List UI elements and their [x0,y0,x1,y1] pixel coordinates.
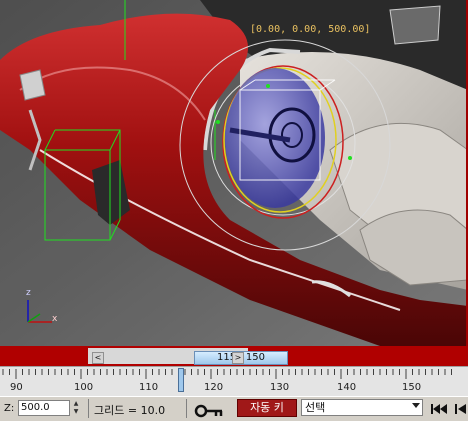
time-slider-track[interactable]: < 115 / 150 > [88,348,288,365]
ruler-label: 150 [402,382,422,393]
viewport-render [0,0,466,346]
selection-set-value: 선택 [305,401,326,414]
z-coordinate-field[interactable]: 500.0 [18,400,70,416]
ruler-label: 100 [74,382,94,393]
3d-viewport[interactable]: [0.00, 0.00, 500.00] z x [0,0,468,346]
ruler-label: 120 [204,382,224,393]
divider [186,399,187,418]
ruler-label: 140 [337,382,357,393]
ruler-label: 110 [139,382,159,393]
axis-z-label: z [26,288,31,298]
gizmo-coordinate-readout: [0.00, 0.00, 500.00] [250,24,371,35]
auto-key-button[interactable]: 자동 키 [237,399,297,417]
z-spinner-icon[interactable]: ▲ ▼ [72,400,80,416]
prev-frame-arrow-button[interactable]: < [92,352,104,364]
chevron-down-icon [412,403,420,408]
z-coordinate-label: Z: [4,403,15,414]
set-key-icon[interactable] [194,403,224,419]
next-frame-arrow-button[interactable]: > [232,352,244,364]
track-bar-ruler[interactable]: 90 100 110 120 130 140 150 [0,366,468,396]
status-bar: Z: 500.0 ▲ ▼ 그리드 = 10.0 자동 키 선택 [0,396,468,421]
axis-tripod-icon [27,300,52,323]
divider [88,399,89,418]
selection-set-dropdown[interactable]: 선택 [301,399,423,416]
go-to-start-icon[interactable] [430,403,448,415]
axis-x-label: x [52,314,58,324]
ruler-ticks [2,369,452,379]
time-slider-bar: < 115 / 150 > [0,346,468,366]
current-frame-marker[interactable] [178,368,184,392]
ruler-label: 90 [10,382,23,393]
grid-size-label: 그리드 = 10.0 [94,404,166,417]
ruler-label: 130 [270,382,290,393]
previous-frame-icon[interactable] [454,403,468,415]
